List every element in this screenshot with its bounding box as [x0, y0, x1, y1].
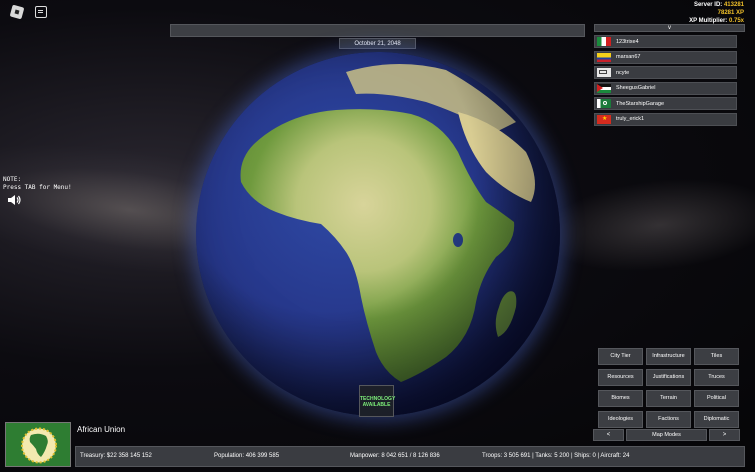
player-name: SheegusGabriel — [616, 85, 656, 91]
next-map-mode-button[interactable]: > — [709, 429, 740, 441]
population-stat: Population: 406 399 585 — [214, 453, 280, 459]
server-id-label: Server ID: — [693, 2, 723, 8]
player-name: ncyte — [616, 69, 630, 76]
player-name: 123trixe4 — [616, 38, 639, 45]
diplomatic-button[interactable]: Diplomatic — [694, 411, 739, 428]
player-row[interactable]: TheStarshipGarage — [594, 97, 737, 110]
nebula-background — [535, 167, 755, 283]
map-mode-grid: City Tier Infrastructure Tiles Resources… — [598, 348, 740, 428]
ideologies-button[interactable]: Ideologies — [598, 411, 643, 428]
chat-icon[interactable] — [35, 6, 47, 18]
technology-available-button[interactable]: TECHNOLOGY AVAILABLE — [359, 385, 395, 417]
available-label: AVAILABLE — [362, 402, 391, 408]
speaker-icon[interactable] — [7, 194, 21, 206]
africa-landmass — [196, 52, 560, 416]
player-list-collapse-button[interactable]: v — [594, 24, 745, 32]
server-info: Server ID: 413281 78281 XP XP Multiplier… — [689, 1, 744, 25]
prev-map-mode-button[interactable]: < — [593, 429, 624, 441]
player-name: marsan67 — [616, 54, 641, 60]
player-name: TheStarshipGarage — [616, 100, 664, 107]
player-list: 123trixe4 marsan67 ncyte SheegusGabriel … — [594, 35, 737, 128]
player-name: truly_erick1 — [616, 116, 645, 122]
top-notification-bar — [170, 24, 585, 37]
mexico-flag-icon — [597, 37, 611, 46]
infrastructure-button[interactable]: Infrastructure — [646, 348, 691, 365]
tiles-button[interactable]: Tiles — [694, 348, 739, 365]
sahrawi-flag-icon — [597, 83, 611, 93]
generic-flag-icon — [597, 68, 611, 77]
african-union-flag[interactable] — [5, 422, 71, 467]
player-row[interactable]: SheegusGabriel — [594, 81, 737, 95]
nation-stats-bar: Treasury: $22 358 145 152 Population: 40… — [75, 446, 745, 467]
african-union-emblem-icon — [6, 423, 70, 466]
xp-value: 78281 XP — [717, 10, 744, 16]
note-title: NOTE: — [3, 176, 22, 183]
truces-button[interactable]: Truces — [694, 369, 739, 386]
city-tier-button[interactable]: City Tier — [598, 348, 643, 365]
map-modes-label[interactable]: Map Modes — [626, 429, 707, 441]
resources-button[interactable]: Resources — [598, 369, 643, 386]
player-row[interactable]: ncyte — [594, 66, 737, 79]
political-button[interactable]: Political — [694, 390, 739, 407]
roblox-menu-icon[interactable] — [9, 4, 25, 20]
map-mode-pager: < Map Modes > — [593, 429, 740, 441]
colombia-flag-icon — [597, 52, 611, 62]
server-id-value: 413281 — [723, 2, 744, 8]
player-row[interactable]: 123trixe4 — [594, 35, 737, 48]
biomes-button[interactable]: Biomes — [598, 390, 643, 407]
military-stat: Troops: 3 505 691 | Tanks: 5 200 | Ships… — [482, 453, 630, 459]
treasury-stat: Treasury: $22 358 145 152 — [80, 453, 152, 459]
note-text: Press TAB for Menu! — [3, 184, 72, 191]
globe-map[interactable] — [196, 52, 560, 416]
player-row[interactable]: marsan67 — [594, 50, 737, 64]
terrain-button[interactable]: Terrain — [646, 390, 691, 407]
nation-name: African Union — [77, 425, 126, 434]
manpower-stat: Manpower: 8 042 651 / 8 126 836 — [350, 453, 440, 459]
factions-button[interactable]: Factions — [646, 411, 691, 428]
player-row[interactable]: ★ truly_erick1 — [594, 112, 737, 126]
justifications-button[interactable]: Justifications — [646, 369, 691, 386]
game-date: October 21, 2048 — [339, 38, 416, 49]
vietnam-flag-icon: ★ — [597, 114, 611, 124]
menu-hint-note: NOTE: Press TAB for Menu! — [3, 176, 72, 192]
green-crescent-flag-icon — [597, 99, 611, 108]
